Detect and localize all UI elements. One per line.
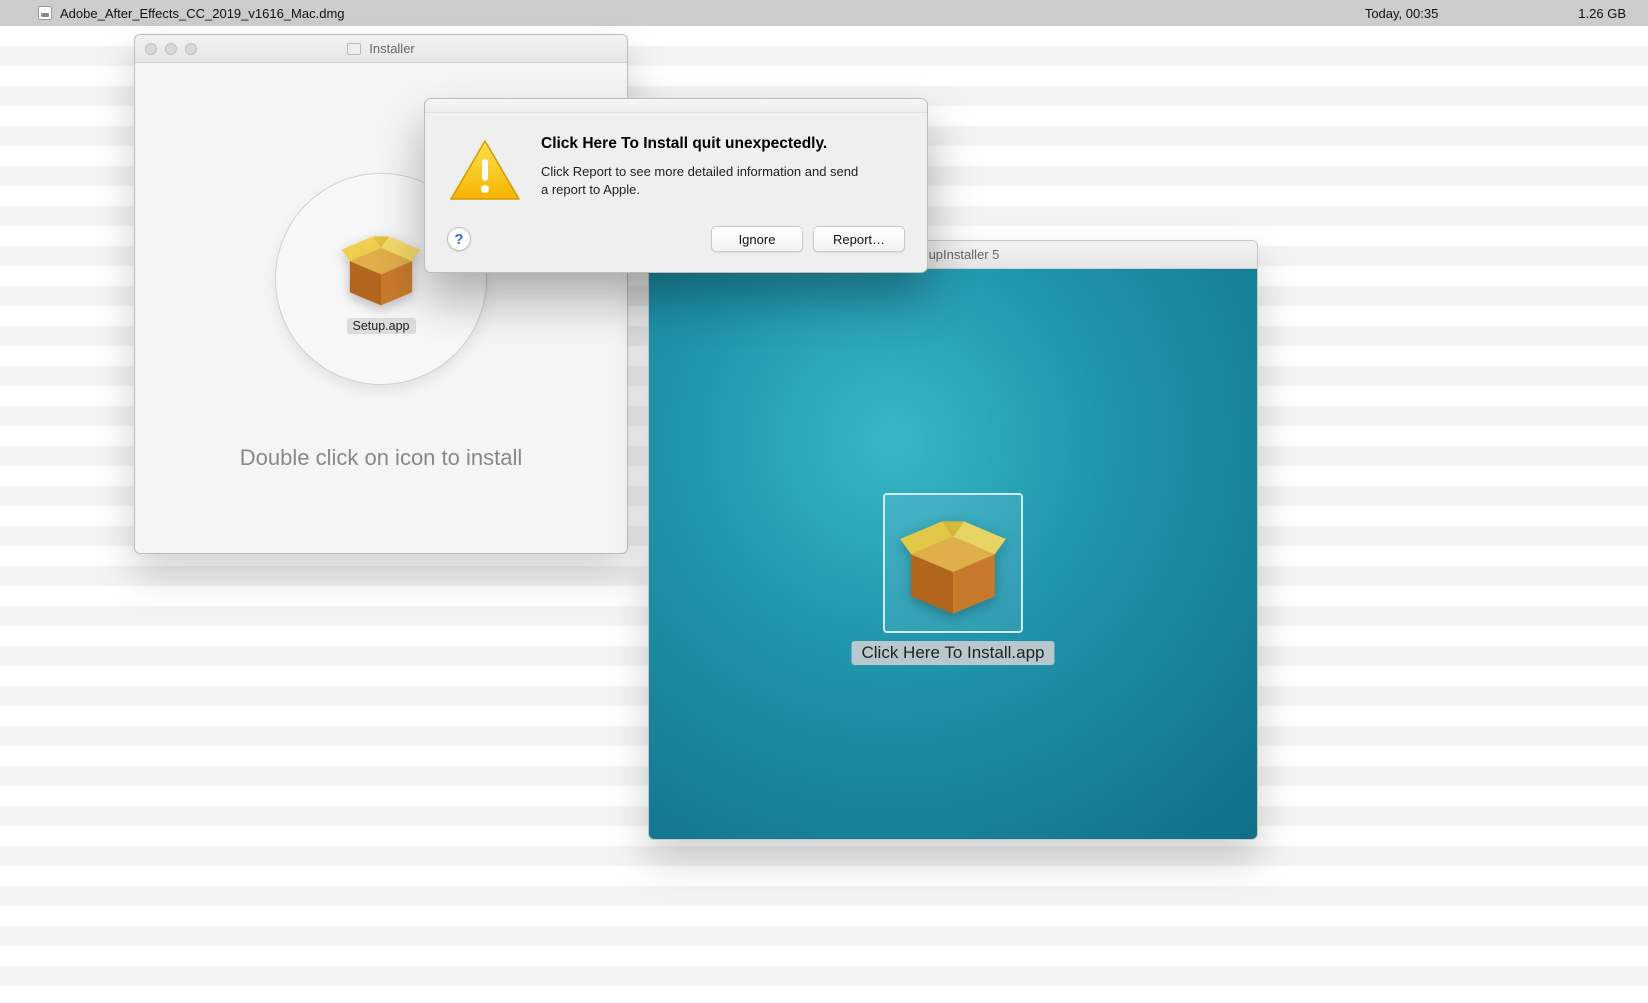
crash-dialog-title: Click Here To Install quit unexpectedly.	[541, 135, 861, 153]
file-size: 1.26 GB	[1578, 6, 1626, 21]
warning-icon	[449, 135, 521, 208]
installer-titlebar[interactable]: Installer	[135, 35, 627, 63]
package-box-icon	[340, 225, 422, 312]
file-list-row[interactable]: Adobe_After_Effects_CC_2019_v1616_Mac.dm…	[0, 0, 1648, 26]
package-box-icon	[898, 506, 1008, 621]
dialog-titlebar[interactable]	[425, 99, 927, 113]
setup-app-label: Setup.app	[347, 318, 416, 334]
setup-app-item[interactable]: Setup.app	[340, 225, 422, 334]
crash-dialog-body: Click Report to see more detailed inform…	[541, 163, 861, 198]
click-here-app-item[interactable]	[883, 493, 1023, 633]
dmg-file-icon	[38, 6, 52, 20]
close-window-button[interactable]	[145, 43, 157, 55]
ignore-button[interactable]: Ignore	[711, 226, 803, 252]
report-button[interactable]: Report…	[813, 226, 905, 252]
zoom-window-button[interactable]	[185, 43, 197, 55]
finder-window-title: upInstaller 5	[929, 247, 1000, 262]
minimize-window-button[interactable]	[165, 43, 177, 55]
file-name: Adobe_After_Effects_CC_2019_v1616_Mac.dm…	[60, 6, 345, 21]
click-here-app-label: Click Here To Install.app	[852, 641, 1055, 665]
installer-window-title: Installer	[369, 41, 415, 56]
finder-body[interactable]: Click Here To Install.app	[649, 269, 1257, 839]
disk-icon	[347, 43, 361, 55]
crash-report-dialog[interactable]: Click Here To Install quit unexpectedly.…	[424, 98, 928, 273]
finder-window[interactable]: upInstaller 5 Click Here To Insta	[648, 240, 1258, 840]
window-controls[interactable]	[145, 43, 197, 55]
file-date: Today, 00:35	[1365, 6, 1438, 21]
install-hint-text: Double click on icon to install	[240, 445, 522, 471]
help-button[interactable]: ?	[447, 227, 471, 251]
